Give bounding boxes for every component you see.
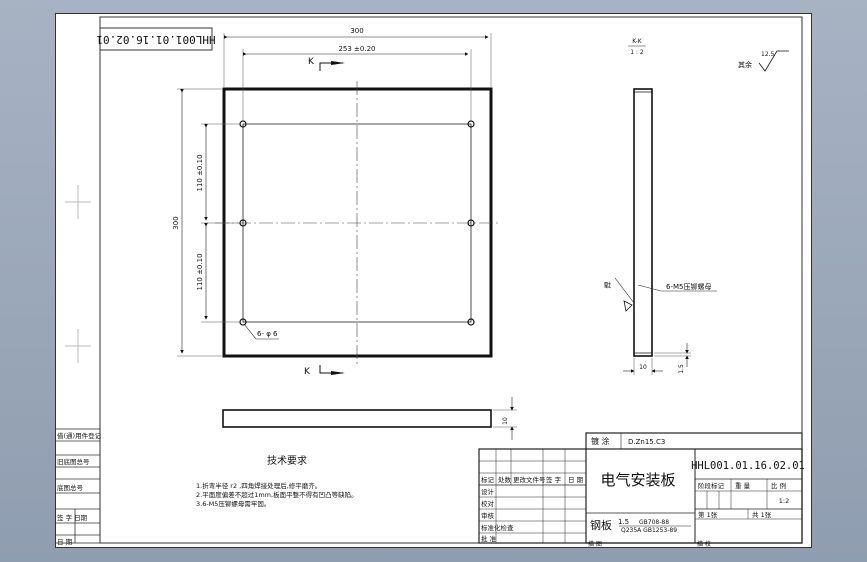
hole-note-text: 6- φ 6 — [257, 330, 278, 338]
tb-sheet: 第 1张 — [698, 510, 718, 519]
cut-arrow-head — [331, 61, 345, 65]
left-cell-text: 签 字 日期 — [57, 513, 88, 522]
side-view-outline — [633, 88, 653, 357]
drawing-canvas: HHL001.01.16.02.01 300 253 ±0.20 K 300 1… — [55, 13, 812, 548]
cad-viewport: HHL001.01.16.02.01 300 253 ±0.20 K 300 1… — [0, 0, 867, 562]
roughness-value: 12.5 — [761, 51, 775, 58]
tb-label: 日 期 — [568, 476, 584, 484]
tb-scale-value: 1:2 — [779, 497, 789, 505]
coating-value: D.Zn15.C3 — [628, 438, 665, 446]
left-cell-text: 旧底图总号 — [57, 457, 90, 466]
tb-std-check: 标准化检查 — [481, 523, 514, 532]
dim-side-thickness-text: 10 — [639, 364, 647, 371]
tb-label: 签 字 — [546, 475, 562, 484]
section-label: K-K — [632, 38, 642, 45]
hole-note-leader — [243, 323, 257, 340]
tech-item: 1.折弯半径 r2 ,四角焊接处理后,修平磨齐。 — [196, 481, 321, 490]
tech-heading: 技术要求 — [267, 454, 307, 467]
weld-leader — [614, 277, 635, 304]
material-std1: GB708-88 — [639, 519, 669, 526]
drawing-sheet: HHL001.01.16.02.01 300 253 ±0.20 K 300 1… — [55, 13, 812, 548]
left-cell-text: 日 期 — [57, 538, 73, 546]
left-cell-text: 借(通)用件登记 — [57, 431, 102, 440]
tb-role: 审核 — [481, 511, 495, 520]
material-thickness: 1.5 — [618, 518, 629, 526]
dim-side-offset-text: 1.5 — [678, 364, 685, 374]
cut-label-top: K — [308, 57, 315, 67]
drawing-title: 电气安装板 — [600, 471, 675, 489]
tb-label: 更改文件号 — [513, 475, 546, 484]
left-record-cells: 借(通)用件登记 旧底图总号 底图总号 签 字 日期 日 期 — [55, 428, 102, 546]
drawing-code: HHL001.01.16.02.01 — [691, 460, 805, 472]
dim-overall-height-text: 300 — [172, 216, 180, 229]
coating-label: 镀 涂 — [591, 436, 610, 446]
roughness-label: 其余 — [738, 60, 752, 69]
material-main: 钢板 — [590, 518, 612, 532]
tb-bottom-right: 描 校 — [697, 540, 711, 548]
weld-symbol — [623, 300, 633, 312]
left-cell-text: 底图总号 — [57, 483, 84, 492]
tb-role: 校对 — [481, 499, 495, 508]
tech-item: 2.平面度偏差不超过1mm,板面平整不得有凹凸等缺陷。 — [196, 490, 358, 499]
weld-label: 焊 — [603, 282, 612, 289]
dim-overall-width-text: 300 — [350, 27, 363, 35]
tb-bottom-left: 描 图 — [588, 540, 602, 548]
dim-hole-span-text: 253 ±0.20 — [338, 45, 375, 53]
dim-edge-thickness-text: 10 — [502, 417, 509, 425]
cut-label-bottom: K — [304, 367, 311, 377]
nut-label: 6-M5压铆螺母 — [666, 282, 711, 291]
tb-stage: 阶段标记 — [698, 481, 725, 490]
code-box-text: HHL001.01.16.02.01 — [96, 33, 215, 46]
tb-sheets: 共 1张 — [752, 510, 772, 519]
plate-edge-view — [222, 409, 492, 428]
tb-approve: 批 准 — [481, 534, 497, 543]
tb-ratio: 比 例 — [771, 481, 786, 490]
nut-leader — [637, 284, 662, 292]
tb-role: 设计 — [481, 487, 495, 496]
title-block: 镀 涂 D.Zn15.C3 标记 处数 更改文件号 签 字 日 期 设计 校对 … — [478, 432, 805, 548]
section-scale: 1 : 2 — [630, 49, 644, 56]
tb-weight: 重 量 — [735, 482, 751, 490]
cut-arrow-head — [331, 371, 345, 375]
tb-label: 标记 — [481, 475, 495, 484]
tb-label: 处数 — [498, 475, 512, 484]
dim-hole-pitch-upper-text: 110 ±0.10 — [196, 154, 204, 191]
tech-item: 3.6-M5压铆螺母需牢固。 — [196, 499, 270, 508]
plate-outline — [222, 87, 493, 358]
dim-hole-pitch-lower-text: 110 ±0.10 — [196, 253, 204, 290]
material-std2: Q235A GB1253-89 — [621, 527, 677, 534]
